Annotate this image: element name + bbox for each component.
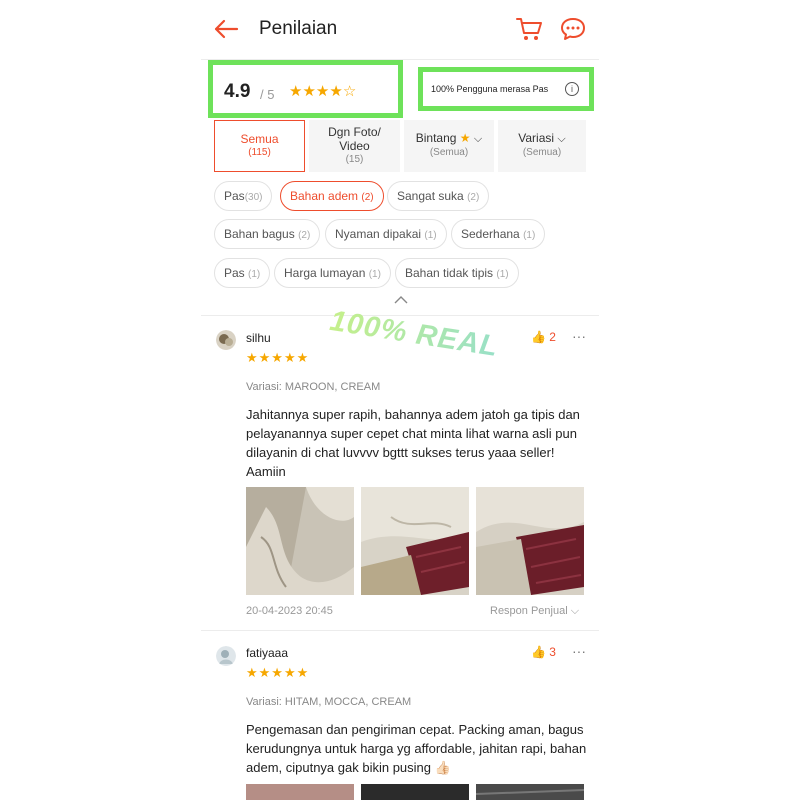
tab-label: Dgn Foto/ Video <box>309 125 400 153</box>
review-date: 20-04-2023 20:45 <box>246 605 333 617</box>
star-icon: ★ <box>459 131 471 145</box>
star-icon: ★ <box>329 83 343 100</box>
chip-label: Pas <box>224 266 245 280</box>
tab-label-text: Bintang <box>415 131 457 145</box>
chip-pas[interactable]: Pas(30) <box>214 181 273 211</box>
tab-count: (Semua) <box>522 147 562 158</box>
avatar[interactable] <box>216 646 236 666</box>
rating-value: 4.9 <box>224 81 251 102</box>
tab-variant[interactable]: Variasi ⌵ (Semua) <box>498 120 586 172</box>
tab-count: (Semua) <box>429 147 469 158</box>
rating-summary: 4.9 / 5 ★★★★☆ <box>208 60 403 118</box>
page-title: Penilaian <box>259 18 338 39</box>
username: silhu <box>246 331 271 345</box>
review-stars: ★★★★★ <box>246 350 310 365</box>
chip-sangat-suka[interactable]: Sangat suka (2) <box>387 181 490 211</box>
chip-count: (30) <box>244 192 263 203</box>
seller-response-label: Respon Penjual <box>490 605 568 617</box>
chevron-down-icon: ⌵ <box>557 133 566 145</box>
chevron-down-icon: ⌵ <box>570 605 580 617</box>
chip-count: (1) <box>496 269 509 280</box>
chevron-down-icon: ⌵ <box>473 133 483 145</box>
tab-label: Bintang ★ ⌵ <box>404 131 494 146</box>
tab-count: (115) <box>248 147 271 158</box>
review-photo[interactable] <box>361 784 469 800</box>
app-header: Penilaian <box>201 0 599 60</box>
review-photo[interactable] <box>361 487 469 595</box>
review-stars: ★★★★★ <box>246 665 310 680</box>
tab-label-text: Variasi <box>518 131 555 145</box>
chip-harga-lumayan[interactable]: Harga lumayan (1) <box>274 258 391 288</box>
seller-response-toggle[interactable]: Respon Penjual ⌵ <box>490 605 579 618</box>
review-text: Jahitannya super rapih, bahannya adem ja… <box>246 407 580 479</box>
review-variant: Variasi: MAROON, CREAM <box>246 381 381 393</box>
divider <box>201 630 599 631</box>
chip-bahan-adem[interactable]: Bahan adem (2) <box>280 181 384 211</box>
chip-count: (1) <box>248 269 261 280</box>
rating-max: / 5 <box>260 87 275 102</box>
chat-icon[interactable] <box>559 15 587 43</box>
tab-label-text: Dgn Foto/ Video <box>328 125 381 153</box>
chip-label: Nyaman dipakai <box>335 227 422 241</box>
tab-count: (15) <box>345 154 364 165</box>
chip-label: Bahan tidak tipis <box>405 266 494 280</box>
chip-nyaman-dipakai[interactable]: Nyaman dipakai (1) <box>325 219 447 249</box>
back-arrow-icon[interactable] <box>213 16 239 42</box>
review-text: Pengemasan dan pengiriman cepat. Packing… <box>246 722 587 775</box>
tab-label: Semua <box>240 132 279 146</box>
tab-all[interactable]: Semua (115) <box>214 120 305 172</box>
review-photo[interactable] <box>476 487 584 595</box>
reviews-screen: Penilaian 4.9 / 5 ★★★★☆ 100% Pengguna me… <box>201 0 599 800</box>
tab-stars[interactable]: Bintang ★ ⌵ (Semua) <box>404 120 494 172</box>
chip-label: Harga lumayan <box>284 266 366 280</box>
chip-count: (2) <box>298 230 311 241</box>
chip-count: (2) <box>467 192 480 203</box>
review-variant: Variasi: HITAM, MOCCA, CREAM <box>246 696 412 708</box>
chip-label: Bahan adem <box>290 189 359 203</box>
chip-count: (1) <box>523 230 536 241</box>
fit-summary: 100% Pengguna merasa Pas i <box>418 67 594 111</box>
star-outline-icon: ☆ <box>342 83 357 100</box>
info-icon[interactable]: i <box>565 82 579 96</box>
review-photo[interactable] <box>246 487 354 595</box>
tab-with-media[interactable]: Dgn Foto/ Video (15) <box>309 120 400 172</box>
rating-stars: ★★★★☆ <box>289 82 356 100</box>
chip-label: Sederhana <box>461 227 520 241</box>
more-options-icon[interactable]: ··· <box>572 328 586 344</box>
chip-label: Bahan bagus <box>224 227 295 241</box>
chevron-up-icon[interactable] <box>393 294 409 306</box>
thumbs-up-icon: 👍 <box>531 645 546 659</box>
like-count: 2 <box>549 330 556 344</box>
star-icon: ★ <box>289 83 303 100</box>
chip-pas-2[interactable]: Pas (1) <box>214 258 271 288</box>
watermark-text: 100% REAL <box>327 304 501 364</box>
thumbs-up-icon: 👍 <box>531 330 546 344</box>
tab-label: Variasi ⌵ <box>498 131 586 146</box>
star-icon: ★ <box>302 83 316 100</box>
chip-label: Sangat suka <box>397 189 464 203</box>
avatar[interactable] <box>216 330 236 350</box>
like-button[interactable]: 👍 2 <box>531 330 556 344</box>
fit-text: 100% Pengguna merasa Pas <box>431 84 549 94</box>
chip-count: (2) <box>361 192 374 203</box>
chip-count: (1) <box>424 230 437 241</box>
more-options-icon[interactable]: ··· <box>572 643 586 659</box>
like-count: 3 <box>549 645 556 659</box>
star-icon: ★ <box>315 83 330 100</box>
chip-sederhana[interactable]: Sederhana (1) <box>451 219 546 249</box>
chip-count: (1) <box>368 269 381 280</box>
chip-bahan-bagus[interactable]: Bahan bagus (2) <box>214 219 321 249</box>
like-button[interactable]: 👍 3 <box>531 645 556 659</box>
username: fatiyaaa <box>246 646 289 660</box>
cart-icon[interactable] <box>515 15 543 43</box>
review-photo[interactable] <box>246 784 354 800</box>
review-photo[interactable] <box>476 784 584 800</box>
chip-label: Pas <box>224 189 245 203</box>
chip-bahan-tidak-tipis[interactable]: Bahan tidak tipis (1) <box>395 258 519 288</box>
